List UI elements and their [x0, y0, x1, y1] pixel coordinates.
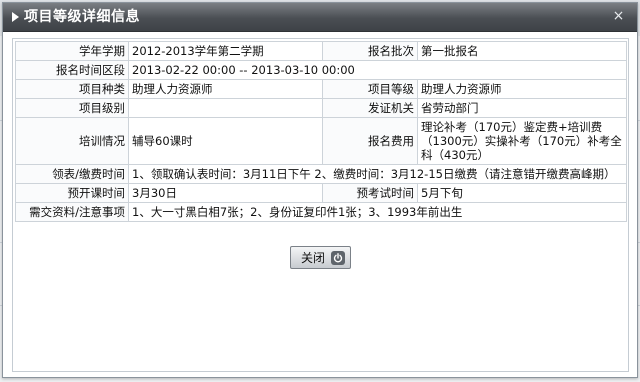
table-row: 领表/缴费时间 1、领取确认表时间：3月11日下午 2、缴费时间：3月12-15…: [15, 164, 627, 184]
close-button-label: 关闭: [300, 251, 325, 265]
label-exam-time: 预考试时间: [322, 183, 418, 203]
value-exam-time: 5月下旬: [417, 183, 627, 203]
table-row: 报名时间区段 2013-02-22 00:00 -- 2013-03-10 00…: [15, 60, 627, 80]
label-training: 培训情况: [15, 117, 129, 165]
label-fees: 报名费用: [322, 117, 418, 165]
power-icon: [331, 250, 345, 265]
dialog-titlebar[interactable]: 项目等级详细信息 ×: [3, 3, 637, 32]
table-row: 培训情况 辅导60课时 报名费用 理论补考（170元）鉴定费+培训费（1300元…: [15, 117, 627, 165]
value-form-payment-time: 1、领取确认表时间：3月11日下午 2、缴费时间：3月12-15日缴费（请注意错…: [128, 164, 627, 184]
project-detail-dialog: 项目等级详细信息 × 学年学期 2012-2013学年第二学期 报名批次 第一批…: [2, 2, 638, 378]
label-form-payment-time: 领表/缴费时间: [15, 164, 129, 184]
label-materials-notes: 需交资料/注意事项: [15, 202, 129, 222]
value-class-start: 3月30日: [128, 183, 323, 203]
table-row: 需交资料/注意事项 1、大一寸黑白相7张；2、身份证复印件1张；3、1993年前…: [15, 202, 627, 222]
detail-panel: 学年学期 2012-2013学年第二学期 报名批次 第一批报名 报名时间区段 2…: [12, 38, 629, 372]
value-materials-notes: 1、大一寸黑白相7张；2、身份证复印件1张；3、1993年前出生: [128, 202, 627, 222]
close-button[interactable]: 关闭: [289, 246, 351, 269]
label-enroll-period: 报名时间区段: [15, 60, 129, 80]
value-training: 辅导60课时: [128, 117, 323, 165]
close-icon[interactable]: ×: [610, 8, 627, 25]
label-project-level: 项目级别: [15, 98, 129, 118]
label-class-start: 预开课时间: [15, 183, 129, 203]
value-batch: 第一批报名: [417, 41, 627, 61]
detail-table: 学年学期 2012-2013学年第二学期 报名批次 第一批报名 报名时间区段 2…: [15, 41, 627, 222]
dialog-title: 项目等级详细信息: [24, 9, 140, 25]
value-enroll-period: 2013-02-22 00:00 -- 2013-03-10 00:00: [128, 60, 627, 80]
value-project-grade: 助理人力资源师: [417, 79, 627, 99]
table-row: 项目级别 发证机关 省劳动部门: [15, 98, 627, 118]
value-project-level: [128, 98, 323, 118]
table-row: 项目种类 助理人力资源师 项目等级 助理人力资源师: [15, 79, 627, 99]
label-project-type: 项目种类: [15, 79, 129, 99]
label-issuer: 发证机关: [322, 98, 418, 118]
value-term: 2012-2013学年第二学期: [128, 41, 323, 61]
label-batch: 报名批次: [322, 41, 418, 61]
label-project-grade: 项目等级: [322, 79, 418, 99]
table-row: 预开课时间 3月30日 预考试时间 5月下旬: [15, 183, 627, 203]
label-term: 学年学期: [15, 41, 129, 61]
button-area: 关闭: [13, 246, 628, 269]
table-row: 学年学期 2012-2013学年第二学期 报名批次 第一批报名: [15, 41, 627, 61]
triangle-right-icon: [12, 12, 19, 22]
value-issuer: 省劳动部门: [417, 98, 627, 118]
value-project-type: 助理人力资源师: [128, 79, 323, 99]
value-fees: 理论补考（170元）鉴定费+培训费（1300元）实操补考（170元）补考全科（4…: [417, 117, 627, 165]
